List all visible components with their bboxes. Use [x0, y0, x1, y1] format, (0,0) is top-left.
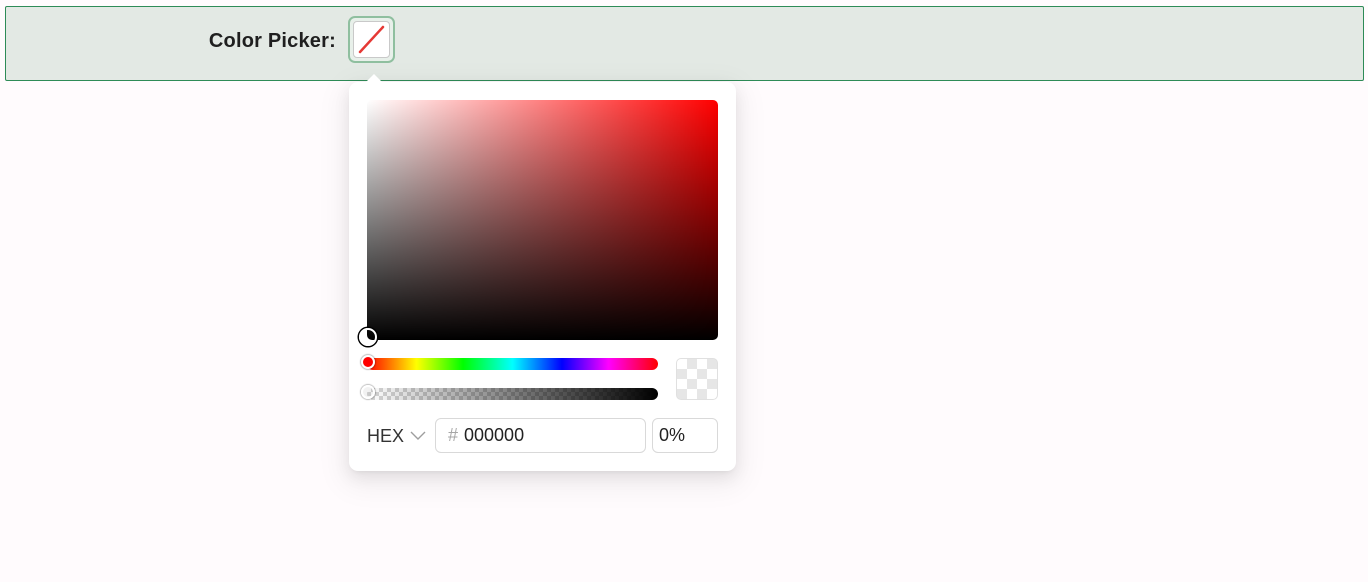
- alpha-value: 0%: [659, 425, 686, 445]
- saturation-value-handle[interactable]: [359, 328, 377, 346]
- label-colon: :: [329, 30, 336, 52]
- popup-arrow: [365, 74, 383, 83]
- color-preview: [676, 358, 718, 400]
- format-select-label: HEX: [367, 425, 405, 446]
- color-picker-trigger[interactable]: [348, 16, 395, 63]
- no-color-slash-icon: [358, 25, 385, 54]
- color-picker-label-text: Color Picker: [208, 30, 330, 52]
- format-select[interactable]: HEX: [367, 422, 427, 450]
- color-picker-popup: HEX # 000000 0%: [349, 74, 736, 471]
- alpha-slider[interactable]: [361, 385, 658, 400]
- alpha-input[interactable]: 0%: [652, 418, 718, 453]
- hex-input[interactable]: # 000000: [435, 418, 646, 453]
- form-row: Color Picker:: [5, 6, 1364, 81]
- saturation-value-panel[interactable]: [359, 100, 718, 346]
- color-picker-label: Color Picker:: [209, 30, 336, 53]
- hue-slider-handle[interactable]: [361, 355, 375, 369]
- color-swatch: [353, 21, 390, 58]
- chevron-down-icon: [410, 431, 426, 441]
- hue-slider[interactable]: [361, 355, 658, 370]
- alpha-slider-handle[interactable]: [361, 385, 375, 399]
- hex-value: 000000: [464, 425, 525, 445]
- hex-prefix: #: [448, 425, 459, 445]
